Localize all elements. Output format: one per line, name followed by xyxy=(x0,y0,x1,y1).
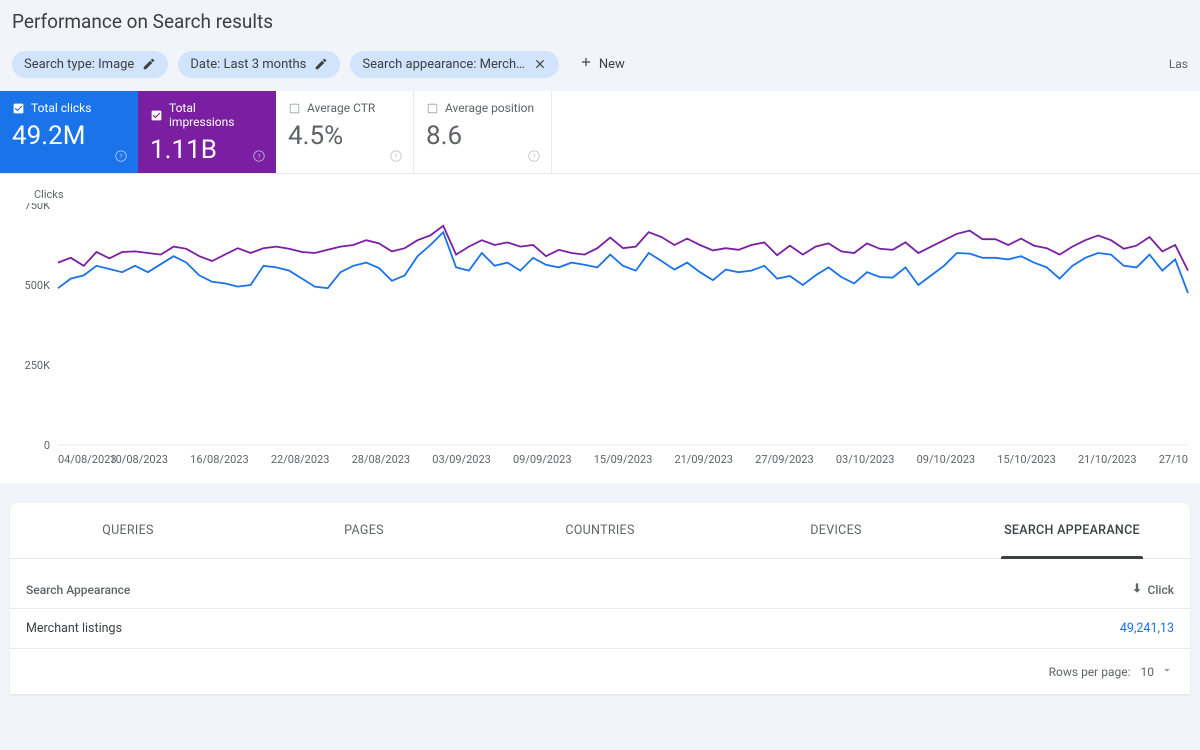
tab-countries[interactable]: COUNTRIES xyxy=(482,503,718,558)
add-filter-button[interactable]: New xyxy=(569,49,635,79)
help-icon[interactable]: ? xyxy=(527,149,541,167)
filter-search-type-label: Search type: Image xyxy=(24,57,134,72)
checkbox-unchecked-icon xyxy=(426,102,439,115)
filter-date[interactable]: Date: Last 3 months xyxy=(178,51,340,78)
rows-per-page-select[interactable]: 10 xyxy=(1141,663,1175,680)
svg-text:750K: 750K xyxy=(25,203,51,212)
chevron-down-icon xyxy=(1160,663,1174,680)
tabs-card: QUERIES PAGES COUNTRIES DEVICES SEARCH A… xyxy=(10,503,1190,694)
row-name: Merchant listings xyxy=(26,621,122,636)
svg-text:09/10/2023: 09/10/2023 xyxy=(917,453,976,466)
svg-text:0: 0 xyxy=(44,439,50,452)
svg-text:09/09/2023: 09/09/2023 xyxy=(513,453,572,466)
rows-per-page-label: Rows per page: xyxy=(1049,665,1131,679)
svg-text:16/08/2023: 16/08/2023 xyxy=(190,453,249,466)
help-icon[interactable]: ? xyxy=(389,149,403,167)
metric-total-impressions[interactable]: Total impressions 1.11B ? xyxy=(138,91,276,173)
metrics-row: Total clicks 49.2M ? Total impressions 1… xyxy=(0,91,1200,174)
svg-text:22/08/2023: 22/08/2023 xyxy=(271,453,330,466)
last-updated: Las xyxy=(1169,57,1188,71)
metric-ctr-value: 4.5% xyxy=(288,121,401,151)
sort-down-icon xyxy=(1130,581,1144,598)
svg-text:500K: 500K xyxy=(25,279,51,292)
svg-text:10/08/2023: 10/08/2023 xyxy=(109,453,168,466)
svg-text:03/10/2023: 03/10/2023 xyxy=(836,453,895,466)
metric-clicks-value: 49.2M xyxy=(12,121,126,151)
table-header-clicks-label: Click xyxy=(1148,583,1174,597)
svg-text:250K: 250K xyxy=(25,359,51,372)
tab-pages[interactable]: PAGES xyxy=(246,503,482,558)
chart-area: Clicks 0 250K 500K 750K 04/08/202310/08/2023… xyxy=(0,174,1200,483)
svg-text:15/09/2023: 15/09/2023 xyxy=(594,453,653,466)
performance-line-chart[interactable]: 0 250K 500K 750K 04/08/202310/08/2023 16/08/2… xyxy=(14,203,1194,473)
help-icon[interactable]: ? xyxy=(252,149,266,167)
table-pager: Rows per page: 10 xyxy=(10,648,1190,694)
filter-appearance-label: Search appearance: Merch… xyxy=(362,57,524,72)
checkbox-unchecked-icon xyxy=(288,102,301,115)
checkbox-checked-icon xyxy=(150,109,163,122)
page-title: Performance on Search results xyxy=(12,10,1188,33)
metric-position-value: 8.6 xyxy=(426,121,539,151)
metric-ctr-label: Average CTR xyxy=(307,101,375,115)
svg-text:?: ? xyxy=(394,152,397,160)
tab-devices[interactable]: DEVICES xyxy=(718,503,954,558)
svg-text:27/09/2023: 27/09/2023 xyxy=(755,453,814,466)
filter-search-appearance[interactable]: Search appearance: Merch… xyxy=(350,51,558,78)
filter-search-type[interactable]: Search type: Image xyxy=(12,51,168,78)
svg-text:27/10: 27/10 xyxy=(1159,453,1188,466)
svg-text:?: ? xyxy=(532,152,535,160)
tab-search-appearance[interactable]: SEARCH APPEARANCE xyxy=(954,503,1190,558)
metric-total-clicks[interactable]: Total clicks 49.2M ? xyxy=(0,91,138,173)
svg-text:?: ? xyxy=(257,152,260,160)
pencil-icon xyxy=(314,57,328,71)
add-filter-label: New xyxy=(599,57,625,72)
tab-queries[interactable]: QUERIES xyxy=(10,503,246,558)
svg-text:28/08/2023: 28/08/2023 xyxy=(352,453,411,466)
svg-text:?: ? xyxy=(119,152,122,160)
svg-text:21/10/2023: 21/10/2023 xyxy=(1078,453,1137,466)
table-header: Search Appearance Click xyxy=(10,559,1190,608)
table-header-name[interactable]: Search Appearance xyxy=(26,583,130,597)
table-header-clicks[interactable]: Click xyxy=(1130,581,1174,598)
tabs-row: QUERIES PAGES COUNTRIES DEVICES SEARCH A… xyxy=(10,503,1190,559)
filters-row: Search type: Image Date: Last 3 months S… xyxy=(12,49,1188,79)
metric-average-position[interactable]: Average position 8.6 ? xyxy=(414,91,552,173)
table-row[interactable]: Merchant listings 49,241,13 xyxy=(10,608,1190,648)
svg-text:15/10/2023: 15/10/2023 xyxy=(997,453,1056,466)
pencil-icon xyxy=(142,57,156,71)
checkbox-checked-icon xyxy=(12,102,25,115)
rows-per-page-value: 10 xyxy=(1141,665,1155,679)
filter-date-label: Date: Last 3 months xyxy=(190,57,306,72)
svg-text:21/09/2023: 21/09/2023 xyxy=(674,453,733,466)
help-icon[interactable]: ? xyxy=(114,149,128,167)
metric-average-ctr[interactable]: Average CTR 4.5% ? xyxy=(276,91,414,173)
metric-impressions-label: Total impressions xyxy=(169,101,264,129)
chart-y-axis-label: Clicks xyxy=(34,188,1180,201)
metric-clicks-label: Total clicks xyxy=(31,101,91,115)
metric-position-label: Average position xyxy=(445,101,534,115)
metric-impressions-value: 1.11B xyxy=(150,135,264,165)
svg-text:03/09/2023: 03/09/2023 xyxy=(432,453,491,466)
svg-text:04/08/2023: 04/08/2023 xyxy=(58,453,117,466)
plus-icon xyxy=(579,55,593,73)
close-icon[interactable] xyxy=(533,57,547,71)
row-clicks-value: 49,241,13 xyxy=(1120,621,1174,636)
